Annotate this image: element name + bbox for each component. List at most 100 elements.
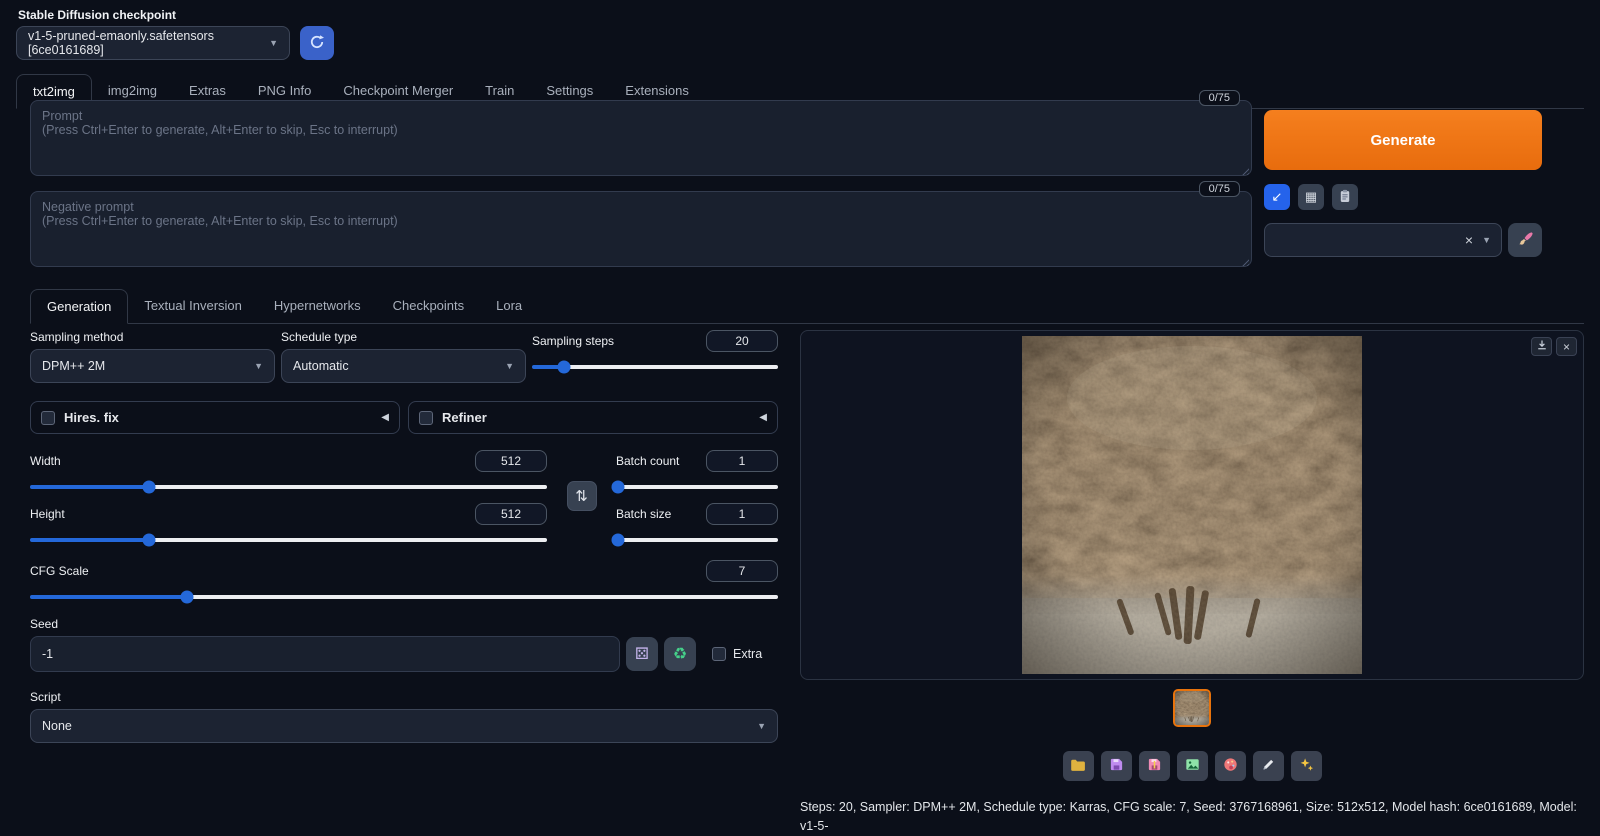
checkpoint-dropdown[interactable]: v1-5-pruned-emaonly.safetensors [6ce0161… bbox=[16, 26, 290, 60]
refresh-checkpoint-button[interactable] bbox=[300, 26, 334, 60]
generation-info-text: Steps: 20, Sampler: DPM++ 2M, Schedule t… bbox=[800, 800, 1577, 833]
prompt-token-counter: 0/75 bbox=[1198, 90, 1240, 106]
save-image-button[interactable] bbox=[1100, 751, 1132, 781]
height-label: Height bbox=[30, 507, 65, 521]
cfg-scale-label: CFG Scale bbox=[30, 564, 89, 578]
extra-networks-button[interactable]: ▦ bbox=[1298, 184, 1324, 210]
paste-icon: ↙ bbox=[1271, 189, 1283, 204]
width-label: Width bbox=[30, 454, 61, 468]
chevron-down-icon: ▼ bbox=[254, 361, 263, 371]
prompt-input[interactable] bbox=[30, 100, 1252, 176]
gallery-actions bbox=[800, 751, 1584, 781]
open-folder-button[interactable] bbox=[1062, 751, 1094, 781]
checkpoint-value: v1-5-pruned-emaonly.safetensors [6ce0161… bbox=[28, 29, 214, 57]
thumbnail-strip bbox=[800, 689, 1584, 727]
generation-settings-panel: Sampling method DPM++ 2M ▼ Schedule type… bbox=[30, 330, 778, 743]
subtab-hypernetworks[interactable]: Hypernetworks bbox=[258, 289, 377, 323]
refiner-label: Refiner bbox=[442, 410, 487, 425]
schedule-type-dropdown[interactable]: Automatic ▼ bbox=[281, 349, 526, 383]
chevron-down-icon: ▼ bbox=[269, 38, 278, 48]
sub-tabbar: Generation Textual Inversion Hypernetwor… bbox=[30, 289, 1584, 324]
generated-image[interactable] bbox=[1022, 336, 1362, 674]
output-panel: × Steps: 20, Sampler: DPM++ 2M, Schedule… bbox=[800, 330, 1584, 836]
apply-styles-button[interactable] bbox=[1332, 184, 1358, 210]
edit-styles-button[interactable] bbox=[1508, 223, 1542, 257]
send-to-img2img-button[interactable] bbox=[1176, 751, 1208, 781]
random-seed-button[interactable]: ⚄ bbox=[626, 637, 658, 671]
refiner-checkbox[interactable] bbox=[419, 410, 433, 425]
refiner-accordion[interactable]: Refiner ◀ bbox=[408, 401, 778, 434]
cfg-scale-input[interactable] bbox=[706, 560, 778, 582]
batch-size-slider[interactable] bbox=[616, 538, 778, 542]
seed-label: Seed bbox=[30, 617, 59, 631]
schedule-type-value: Automatic bbox=[293, 359, 349, 373]
prompt-column: 0/75 0/75 bbox=[30, 90, 1252, 270]
paste-params-button[interactable]: ↙ bbox=[1264, 184, 1290, 210]
folder-icon bbox=[1070, 757, 1086, 776]
hires-fix-label: Hires. fix bbox=[64, 410, 119, 425]
hires-fix-checkbox[interactable] bbox=[41, 410, 55, 425]
width-slider[interactable] bbox=[30, 485, 547, 489]
generate-button[interactable]: Generate bbox=[1264, 110, 1542, 170]
download-image-button[interactable] bbox=[1531, 337, 1552, 356]
send-to-extras-button[interactable] bbox=[1252, 751, 1284, 781]
recycle-icon: ♻ bbox=[672, 646, 688, 663]
extra-seed-toggle[interactable]: Extra bbox=[712, 647, 762, 661]
send-to-inpaint-button[interactable] bbox=[1214, 751, 1246, 781]
sampling-steps-slider[interactable] bbox=[532, 365, 778, 369]
chevron-down-icon: ▼ bbox=[505, 361, 514, 371]
hires-fix-accordion[interactable]: Hires. fix ◀ bbox=[30, 401, 400, 434]
sampling-method-dropdown[interactable]: DPM++ 2M ▼ bbox=[30, 349, 275, 383]
styles-dropdown[interactable]: × ▼ bbox=[1264, 223, 1502, 257]
swap-dimensions-button[interactable]: ⇅ bbox=[566, 481, 597, 511]
floppy-icon bbox=[1109, 757, 1124, 775]
seed-input[interactable] bbox=[30, 636, 620, 672]
prompt-tools-row: ↙ ▦ bbox=[1264, 184, 1542, 210]
cfg-scale-slider[interactable] bbox=[30, 595, 778, 599]
styles-row: × ▼ bbox=[1264, 223, 1542, 257]
sampling-method-label: Sampling method bbox=[30, 330, 124, 344]
brush-icon bbox=[1518, 231, 1533, 249]
checkpoint-label: Stable Diffusion checkpoint bbox=[18, 8, 177, 22]
batch-size-input[interactable] bbox=[706, 503, 778, 525]
extra-networks-icon: ▦ bbox=[1304, 189, 1318, 204]
refresh-icon bbox=[309, 34, 325, 53]
subtab-lora[interactable]: Lora bbox=[480, 289, 538, 323]
reuse-seed-button[interactable]: ♻ bbox=[664, 637, 696, 671]
subtab-textual-inversion[interactable]: Textual Inversion bbox=[128, 289, 258, 323]
action-column: Generate ↙ ▦ × ▼ bbox=[1264, 110, 1542, 257]
clear-styles-icon[interactable]: × bbox=[1465, 233, 1473, 247]
subtab-checkpoints[interactable]: Checkpoints bbox=[377, 289, 481, 323]
close-image-button[interactable]: × bbox=[1556, 337, 1577, 356]
upscale-button[interactable] bbox=[1290, 751, 1322, 781]
batch-count-slider[interactable] bbox=[616, 485, 778, 489]
chevron-down-icon: ▼ bbox=[1482, 235, 1491, 245]
height-input[interactable] bbox=[475, 503, 547, 525]
batch-size-label: Batch size bbox=[616, 507, 672, 521]
collapse-left-icon: ◀ bbox=[759, 412, 767, 423]
negative-prompt-token-counter: 0/75 bbox=[1198, 181, 1240, 197]
pen-icon bbox=[1261, 757, 1276, 775]
script-label: Script bbox=[30, 690, 61, 704]
script-dropdown[interactable]: None ▼ bbox=[30, 709, 778, 743]
image-toolbar: × bbox=[1531, 337, 1577, 356]
subtab-generation[interactable]: Generation bbox=[30, 289, 129, 324]
checkpoint-row: v1-5-pruned-emaonly.safetensors [6ce0161… bbox=[16, 26, 334, 60]
width-input[interactable] bbox=[475, 450, 547, 472]
sampling-steps-input[interactable] bbox=[706, 330, 778, 352]
sd-webui-app: { "header": { "checkpoint_label": "Stabl… bbox=[0, 0, 1600, 833]
save-zip-button[interactable] bbox=[1138, 751, 1170, 781]
collapse-left-icon: ◀ bbox=[381, 412, 389, 423]
height-slider[interactable] bbox=[30, 538, 547, 542]
thumbnail-selected[interactable] bbox=[1173, 689, 1211, 727]
dice-icon: ⚄ bbox=[635, 646, 649, 663]
negative-prompt-input[interactable] bbox=[30, 191, 1252, 267]
script-value: None bbox=[42, 719, 72, 733]
close-icon: × bbox=[1562, 339, 1570, 354]
image-canvas: × bbox=[800, 330, 1584, 680]
sampling-steps-label: Sampling steps bbox=[532, 334, 615, 348]
download-icon bbox=[1536, 339, 1548, 354]
batch-count-input[interactable] bbox=[706, 450, 778, 472]
clipboard-icon bbox=[1338, 189, 1352, 206]
extra-seed-checkbox[interactable] bbox=[712, 647, 726, 661]
